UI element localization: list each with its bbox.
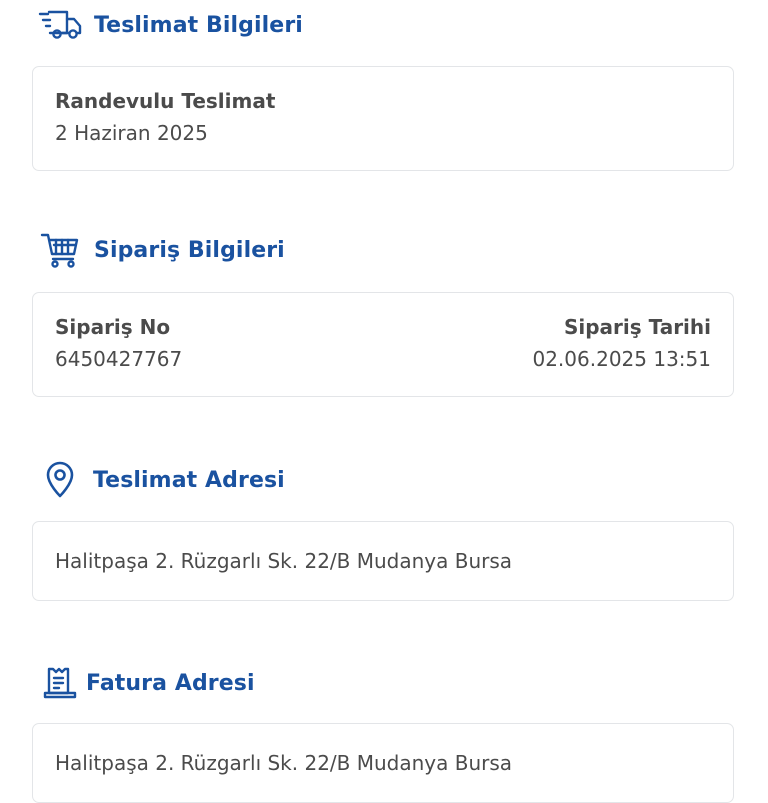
- delivery-date: 2 Haziran 2025: [55, 121, 208, 145]
- delivery-type-label: Randevulu Teslimat: [55, 89, 276, 113]
- order-no-label: Sipariş No: [55, 315, 171, 339]
- order-info-title: Sipariş Bilgileri: [94, 237, 285, 263]
- billing-address-title: Fatura Adresi: [86, 670, 255, 696]
- delivery-info-title: Teslimat Bilgileri: [94, 12, 303, 38]
- order-date-block: Sipariş Tarihi 02.06.2025 13:51: [532, 315, 711, 374]
- delivery-info-card: Randevulu Teslimat 2 Haziran 2025: [32, 66, 734, 171]
- billing-address-text: Halitpaşa 2. Rüzgarlı Sk. 22/B Mudanya B…: [55, 751, 513, 775]
- shipping-address-title: Teslimat Adresi: [93, 467, 285, 493]
- delivery-truck-icon: [38, 5, 82, 45]
- receipt-icon: [38, 663, 82, 703]
- order-info-header: Sipariş Bilgileri: [38, 230, 285, 270]
- order-date-label: Sipariş Tarihi: [563, 315, 711, 339]
- shipping-address-card: Halitpaşa 2. Rüzgarlı Sk. 22/B Mudanya B…: [32, 521, 734, 601]
- order-info-card: Sipariş No 6450427767 Sipariş Tarihi 02.…: [32, 292, 734, 397]
- map-pin-icon: [38, 460, 82, 500]
- order-no-block: Sipariş No 6450427767: [55, 315, 182, 374]
- order-date-value: 02.06.2025 13:51: [532, 347, 711, 371]
- shipping-address-header: Teslimat Adresi: [38, 460, 285, 500]
- billing-address-header: Fatura Adresi: [38, 663, 255, 703]
- shipping-address-text: Halitpaşa 2. Rüzgarlı Sk. 22/B Mudanya B…: [55, 549, 513, 573]
- billing-address-card: Halitpaşa 2. Rüzgarlı Sk. 22/B Mudanya B…: [32, 723, 734, 803]
- delivery-info-header: Teslimat Bilgileri: [38, 5, 303, 45]
- shopping-cart-icon: [38, 230, 82, 270]
- order-no-value: 6450427767: [55, 347, 183, 371]
